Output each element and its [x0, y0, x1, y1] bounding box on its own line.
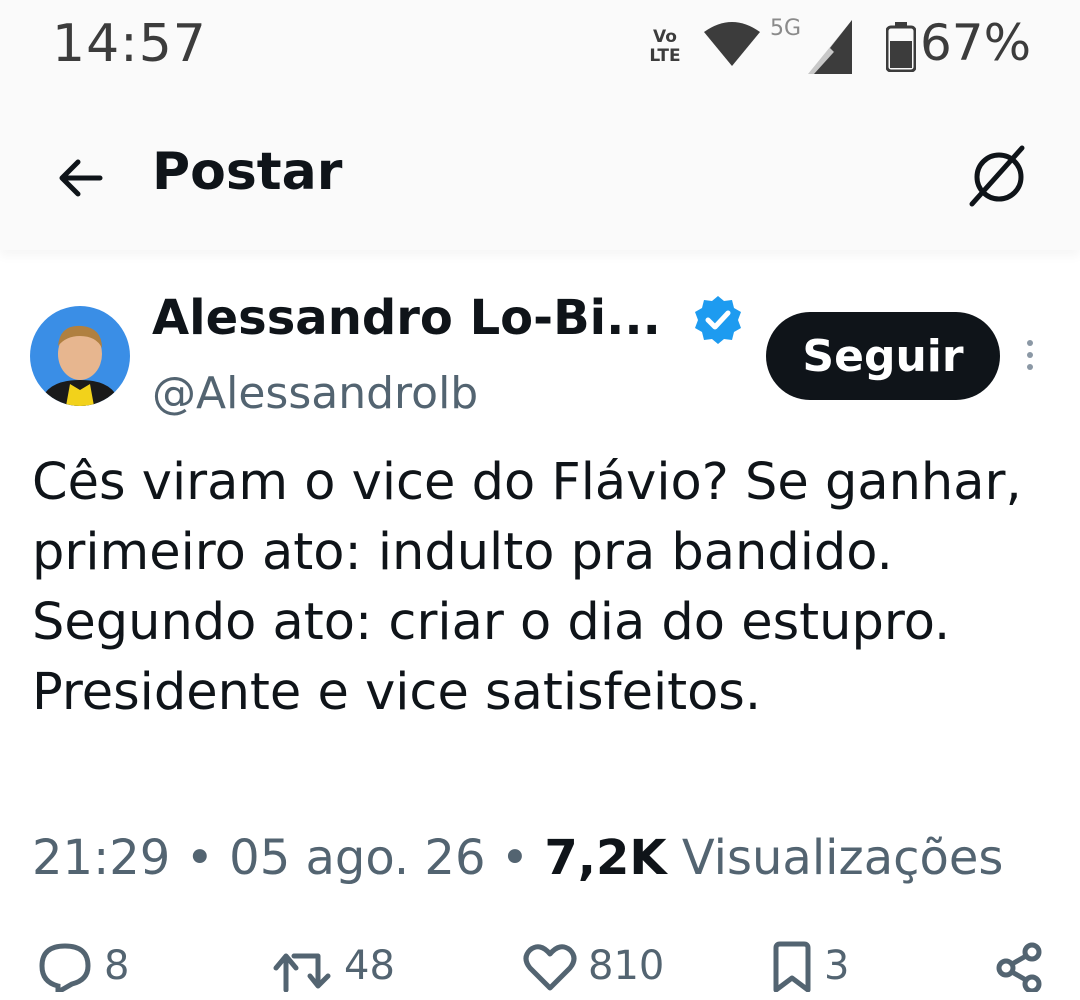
- views-count[interactable]: 7,2K: [544, 830, 666, 886]
- avatar[interactable]: [30, 306, 130, 406]
- author-handle[interactable]: @Alessandrolb: [152, 368, 478, 419]
- more-icon[interactable]: [1018, 336, 1042, 380]
- separator: •: [500, 830, 530, 886]
- repost-button[interactable]: 48: [272, 940, 395, 992]
- like-button[interactable]: 810: [522, 940, 664, 992]
- bookmark-icon: [773, 941, 811, 992]
- author-name[interactable]: Alessandro Lo-Bi...: [152, 290, 661, 346]
- post-text: Cês viram o vice do Flávio? Se ganhar, p…: [32, 453, 1022, 722]
- reply-count: 8: [104, 943, 130, 989]
- status-bar: 14:57 Vo LTE 5G 67%: [0, 0, 1080, 100]
- separator: •: [185, 830, 214, 886]
- like-count: 810: [588, 943, 665, 989]
- bookmark-count: 3: [824, 943, 850, 989]
- bookmark-button[interactable]: 3: [770, 940, 849, 992]
- post-metadata: 21:29 • 05 ago. 26 • 7,2K Visualizações: [32, 830, 1003, 886]
- grok-icon[interactable]: [966, 144, 1032, 210]
- network-type: 5G: [770, 16, 802, 41]
- reply-icon: [39, 943, 91, 992]
- top-app-bar: Postar: [0, 100, 1080, 250]
- status-time: 14:57: [52, 14, 207, 74]
- post-time: 21:29: [32, 830, 171, 886]
- views-label[interactable]: Visualizações: [682, 830, 1004, 886]
- like-icon: [523, 944, 577, 991]
- back-arrow-icon[interactable]: [52, 150, 108, 206]
- repost-count: 48: [344, 943, 395, 989]
- volte-indicator: Vo LTE: [640, 28, 690, 66]
- page-title: Postar: [152, 142, 343, 202]
- follow-button[interactable]: Seguir: [766, 312, 1000, 400]
- signal-icon: [808, 20, 852, 74]
- reply-button[interactable]: 8: [36, 940, 129, 992]
- verified-badge-icon: [695, 296, 741, 344]
- post-date: 05 ago. 26: [229, 830, 486, 886]
- share-icon: [996, 942, 1042, 992]
- volte-label: Vo: [653, 27, 677, 47]
- share-button[interactable]: [994, 940, 1044, 992]
- battery-level: 67%: [920, 14, 1032, 72]
- wifi-icon: [704, 22, 760, 66]
- action-bar: 8 48 810 3: [0, 940, 1080, 1000]
- lte-label: LTE: [649, 46, 681, 66]
- battery-icon: [886, 22, 916, 72]
- repost-icon: [273, 953, 331, 992]
- avatar-image: [30, 306, 130, 406]
